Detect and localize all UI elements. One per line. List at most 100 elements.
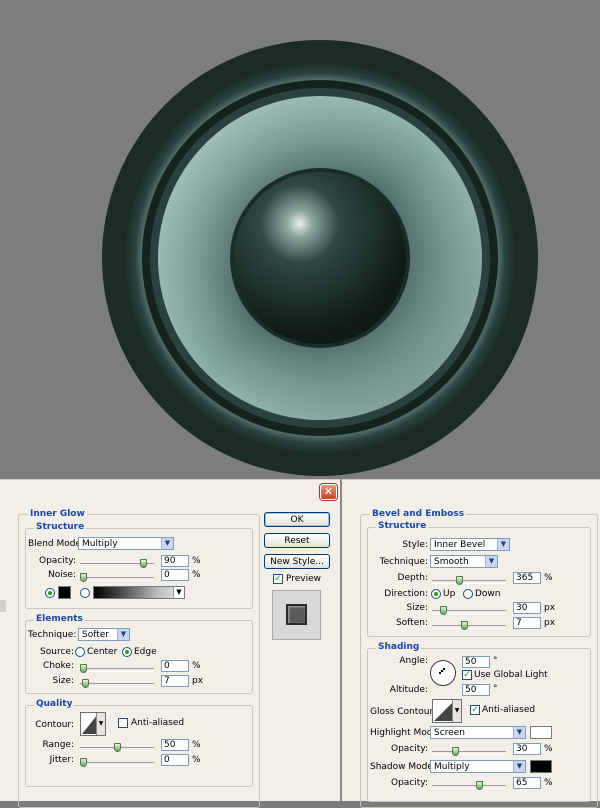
opacity-label: Opacity:	[39, 556, 76, 566]
ig-elements-title: Elements	[34, 614, 85, 624]
source-edge-radio[interactable]	[122, 647, 132, 657]
style-label: Style:	[402, 540, 428, 550]
document-canvas	[0, 0, 600, 478]
direction-down-label: Down	[475, 589, 501, 599]
chevron-down-icon: ▼	[161, 538, 173, 549]
shadow-opacity-input[interactable]: 65	[513, 777, 541, 789]
noise-input[interactable]: 0	[161, 569, 189, 581]
shadow-opacity-slider-thumb[interactable]	[476, 781, 483, 790]
chevron-down-icon: ▼	[173, 587, 184, 598]
be-size-input[interactable]: 30	[513, 602, 541, 614]
soften-slider[interactable]	[432, 621, 506, 630]
ig-contour-picker[interactable]: ▼	[80, 712, 106, 736]
blend-mode-label: Blend Mode:	[28, 539, 85, 549]
depth-input[interactable]: 365	[513, 572, 541, 584]
direction-down-radio[interactable]	[463, 589, 473, 599]
depth-slider-thumb[interactable]	[456, 576, 463, 585]
source-center-radio[interactable]	[75, 647, 85, 657]
solid-color-radio[interactable]	[45, 588, 55, 598]
altitude-input[interactable]: 50	[462, 684, 490, 696]
choke-input[interactable]: 0	[161, 660, 189, 672]
angle-label: Angle:	[399, 656, 428, 666]
noise-label: Noise:	[48, 570, 76, 580]
be-structure-title: Structure	[376, 521, 429, 531]
be-anti-aliased-checkbox[interactable]: ✓	[470, 705, 480, 715]
altitude-label: Altitude:	[389, 685, 428, 695]
glow-color-swatch[interactable]	[58, 586, 71, 599]
angle-input[interactable]: 50	[462, 656, 490, 668]
chevron-down-icon: ▼	[513, 727, 525, 738]
angle-dial[interactable]	[430, 660, 456, 686]
ig-size-input[interactable]: 7	[161, 675, 189, 687]
source-label: Source:	[40, 647, 74, 657]
reset-button[interactable]: Reset	[264, 533, 330, 548]
opacity-input[interactable]: 90	[161, 555, 189, 567]
ig-size-slider[interactable]	[80, 679, 154, 688]
direction-up-radio[interactable]	[431, 589, 441, 599]
be-shading-title: Shading	[376, 642, 422, 652]
be-size-slider-thumb[interactable]	[440, 606, 447, 615]
opacity-slider[interactable]	[80, 559, 154, 568]
blend-mode-select[interactable]: Multiply ▼	[78, 537, 174, 550]
jitter-input[interactable]: 0	[161, 754, 189, 766]
gradient-radio[interactable]	[80, 588, 90, 598]
highlight-opacity-label: Opacity:	[391, 744, 428, 754]
chevron-down-icon: ▼	[485, 556, 497, 567]
direction-up-label: Up	[443, 589, 456, 599]
soften-slider-thumb[interactable]	[461, 621, 468, 630]
highlight-opacity-slider-thumb[interactable]	[452, 747, 459, 756]
range-input[interactable]: 50	[161, 739, 189, 751]
use-global-light-checkbox[interactable]: ✓	[462, 670, 472, 680]
be-anti-aliased-label: Anti-aliased	[482, 705, 536, 715]
be-size-unit: px	[544, 603, 556, 613]
source-center-label: Center	[87, 647, 118, 657]
highlight-opacity-input[interactable]: 30	[513, 743, 541, 755]
highlight-mode-select[interactable]: Screen ▼	[430, 726, 526, 739]
choke-slider-thumb[interactable]	[80, 664, 87, 673]
soften-unit: px	[544, 618, 556, 628]
jitter-slider-thumb[interactable]	[80, 758, 87, 767]
ig-size-slider-thumb[interactable]	[82, 679, 89, 688]
ig-technique-select[interactable]: Softer ▼	[78, 628, 130, 641]
ok-button[interactable]: OK	[264, 512, 330, 527]
preview-checkbox[interactable]: ✓	[273, 574, 283, 584]
be-technique-select[interactable]: Smooth ▼	[430, 555, 498, 568]
soften-input[interactable]: 7	[513, 617, 541, 629]
speaker-dust-cap	[234, 172, 406, 344]
ig-anti-aliased-label: Anti-aliased	[131, 718, 185, 728]
chevron-down-icon: ▼	[497, 539, 509, 550]
noise-unit: %	[192, 570, 201, 580]
shadow-mode-select[interactable]: Multiply ▼	[430, 760, 526, 773]
soften-label: Soften:	[395, 618, 428, 628]
chevron-down-icon: ▼	[96, 713, 105, 735]
glow-gradient-picker[interactable]: ▼	[93, 586, 185, 599]
jitter-slider[interactable]	[80, 758, 154, 767]
preview-label: Preview	[286, 574, 322, 584]
gloss-contour-picker[interactable]: ▼	[432, 699, 462, 723]
highlight-opacity-slider[interactable]	[432, 747, 506, 756]
ig-technique-label: Technique:	[28, 630, 77, 640]
depth-slider[interactable]	[432, 576, 506, 585]
ig-quality-title: Quality	[34, 699, 75, 709]
jitter-unit: %	[192, 755, 201, 765]
source-edge-label: Edge	[134, 647, 157, 657]
shadow-color-swatch[interactable]	[530, 760, 552, 773]
opacity-slider-thumb[interactable]	[140, 559, 147, 568]
close-button[interactable]: ✕	[320, 484, 337, 500]
depth-label: Depth:	[397, 573, 428, 583]
noise-slider-thumb[interactable]	[80, 573, 87, 582]
direction-label: Direction:	[384, 589, 428, 599]
highlight-color-swatch[interactable]	[530, 726, 552, 739]
noise-slider[interactable]	[80, 573, 154, 582]
be-size-slider[interactable]	[432, 606, 506, 615]
shadow-opacity-slider[interactable]	[432, 781, 506, 790]
be-size-label: Size:	[406, 603, 428, 613]
highlight-mode-label: Highlight Mode:	[370, 728, 442, 738]
style-select[interactable]: Inner Bevel ▼	[430, 538, 510, 551]
new-style-button[interactable]: New Style...	[264, 554, 330, 569]
range-slider-thumb[interactable]	[114, 743, 121, 752]
ig-anti-aliased-checkbox[interactable]	[118, 718, 128, 728]
choke-slider[interactable]	[80, 664, 154, 673]
range-slider[interactable]	[80, 743, 154, 752]
angle-unit: °	[493, 656, 498, 666]
